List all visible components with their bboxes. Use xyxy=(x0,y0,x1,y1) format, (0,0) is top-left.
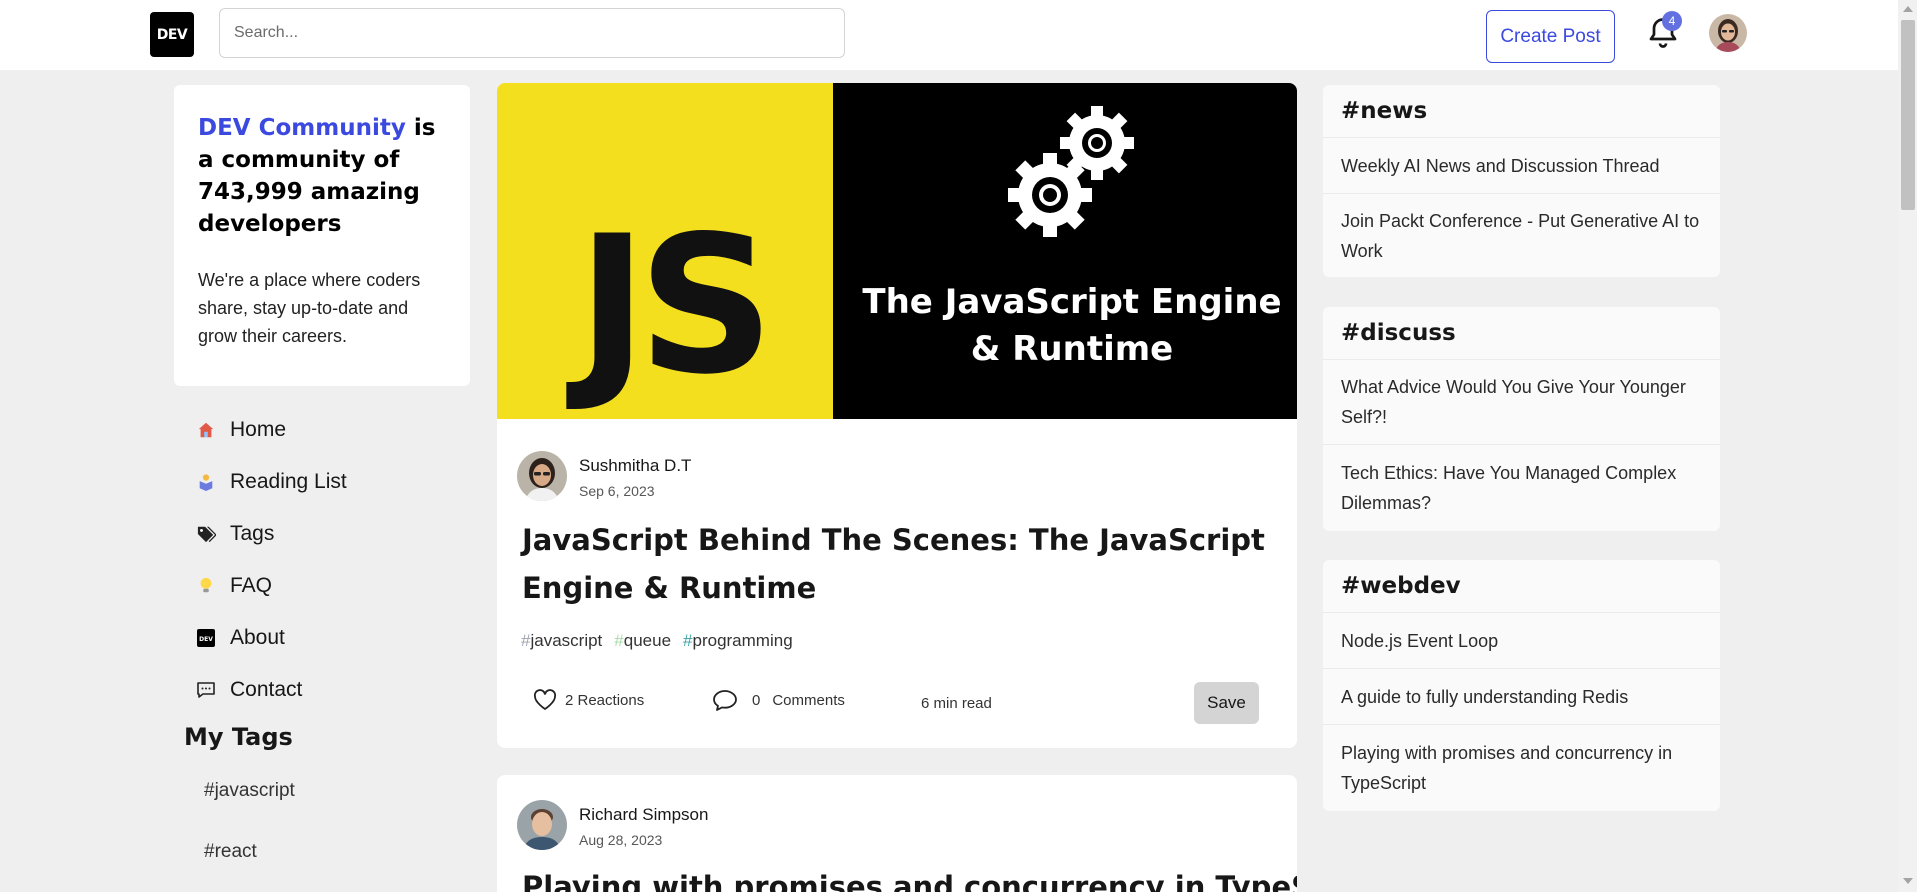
sidebar-item-label: FAQ xyxy=(230,574,273,597)
author-avatar[interactable] xyxy=(517,451,567,501)
tag-card-item[interactable]: Playing with promises and concurrency in… xyxy=(1323,725,1720,811)
top-header: DEV Create Post 4 xyxy=(0,0,1898,70)
tag-hash-icon: # xyxy=(683,631,693,650)
comment-icon xyxy=(713,690,737,711)
tag-card-discuss: #discuss What Advice Would You Give Your… xyxy=(1323,307,1720,531)
article-cover-image[interactable]: JS The JavaScript Engine & Runtime xyxy=(497,83,1297,419)
my-tags-heading: My Tags xyxy=(184,723,293,751)
tag-card-title[interactable]: #news xyxy=(1323,85,1720,138)
my-tag-link[interactable]: #javascript xyxy=(204,780,295,802)
sidebar-item-label: Tags xyxy=(230,522,275,545)
article-tag-link[interactable]: #javascript xyxy=(521,631,602,651)
cover-title-text: The JavaScript Engine & Runtime xyxy=(862,282,1282,369)
community-heading: DEV Community is a community of 743,999 … xyxy=(198,112,446,240)
read-time: 6 min read xyxy=(921,695,992,712)
tag-hash-icon: # xyxy=(614,631,624,650)
svg-text:DEV: DEV xyxy=(199,636,213,643)
tag-label: programming xyxy=(692,631,793,650)
save-button[interactable]: Save xyxy=(1194,682,1259,724)
sidebar-item-about[interactable]: DEV About xyxy=(196,612,466,664)
sidebar-item-tags[interactable]: Tags xyxy=(196,508,466,560)
article-title-link[interactable]: Playing with promises and concurrency in… xyxy=(522,867,1297,892)
author-name[interactable]: Richard Simpson xyxy=(579,805,708,825)
tag-card-item[interactable]: Weekly AI News and Discussion Thread xyxy=(1323,138,1720,194)
reactions-button[interactable]: 2 Reactions xyxy=(533,689,644,711)
tag-icon xyxy=(196,524,216,544)
article-title-link[interactable]: JavaScript Behind The Scenes: The JavaSc… xyxy=(522,516,1282,612)
create-post-button[interactable]: Create Post xyxy=(1486,10,1615,63)
tag-card-title[interactable]: #discuss xyxy=(1323,307,1720,360)
reading-list-icon xyxy=(196,472,216,492)
tag-label: queue xyxy=(623,631,672,650)
reactions-count: 2 Reactions xyxy=(565,691,645,709)
sidebar-item-label: Home xyxy=(230,418,287,441)
tag-card-item[interactable]: Tech Ethics: Have You Managed Complex Di… xyxy=(1323,445,1720,531)
tag-label: javascript xyxy=(530,631,603,650)
scroll-down-arrow-icon[interactable] xyxy=(1903,878,1913,884)
tag-card-webdev: #webdev Node.js Event Loop A guide to fu… xyxy=(1323,560,1720,811)
scrollbar-thumb[interactable] xyxy=(1901,20,1915,210)
publish-date: Aug 28, 2023 xyxy=(579,832,663,848)
search-input[interactable] xyxy=(219,8,845,58)
sidebar-item-contact[interactable]: Contact xyxy=(196,664,466,716)
comments-count: 0 xyxy=(752,691,761,709)
gears-icon xyxy=(1008,106,1134,237)
article-tags: #javascript #queue #programming xyxy=(521,631,793,651)
tag-card-news: #news Weekly AI News and Discussion Thre… xyxy=(1323,85,1720,277)
notification-count-badge: 4 xyxy=(1662,11,1682,31)
tag-card-item[interactable]: Join Packt Conference - Put Generative A… xyxy=(1323,194,1720,277)
dev-logo-icon: DEV xyxy=(196,628,216,648)
community-intro-card: DEV Community is a community of 743,999 … xyxy=(174,85,470,386)
scroll-up-arrow-icon[interactable] xyxy=(1903,6,1913,12)
my-tag-link[interactable]: #react xyxy=(204,841,257,863)
chat-icon xyxy=(196,680,216,700)
author-avatar[interactable] xyxy=(517,800,567,850)
sidebar-item-home[interactable]: Home xyxy=(196,404,466,456)
tag-card-item[interactable]: What Advice Would You Give Your Younger … xyxy=(1323,360,1720,445)
cover-js-logo: JS xyxy=(577,195,775,416)
tag-card-title[interactable]: #webdev xyxy=(1323,560,1720,613)
author-name[interactable]: Sushmitha D.T xyxy=(579,456,691,476)
sidebar-item-faq[interactable]: FAQ xyxy=(196,560,466,612)
publish-date: Sep 6, 2023 xyxy=(579,483,655,499)
lightbulb-icon xyxy=(196,576,216,596)
article-card: Richard Simpson Aug 28, 2023 Playing wit… xyxy=(497,775,1297,892)
sidebar-nav: Home Reading List Tags FAQ DEV About Con… xyxy=(196,404,466,716)
heart-icon xyxy=(533,689,557,710)
community-brand-link[interactable]: DEV Community xyxy=(198,115,406,141)
article-card: JS The JavaScript Engine & Runtime Sushm… xyxy=(497,83,1297,748)
comments-button[interactable]: 0 Comments xyxy=(712,689,845,711)
house-icon xyxy=(196,420,216,440)
sidebar-item-reading-list[interactable]: Reading List xyxy=(196,456,466,508)
article-tag-link[interactable]: #queue xyxy=(614,631,671,651)
tag-card-item[interactable]: Node.js Event Loop xyxy=(1323,613,1720,669)
sidebar-item-label: Reading List xyxy=(230,470,347,493)
sidebar-item-label: Contact xyxy=(230,678,303,701)
user-avatar[interactable] xyxy=(1709,14,1747,52)
sidebar-item-label: About xyxy=(230,626,285,649)
dev-logo[interactable]: DEV xyxy=(150,12,194,57)
comments-label: Comments xyxy=(772,691,845,709)
tag-card-item[interactable]: A guide to fully understanding Redis xyxy=(1323,669,1720,725)
article-tag-link[interactable]: #programming xyxy=(683,631,793,651)
community-description: We're a place where coders share, stay u… xyxy=(198,270,421,346)
